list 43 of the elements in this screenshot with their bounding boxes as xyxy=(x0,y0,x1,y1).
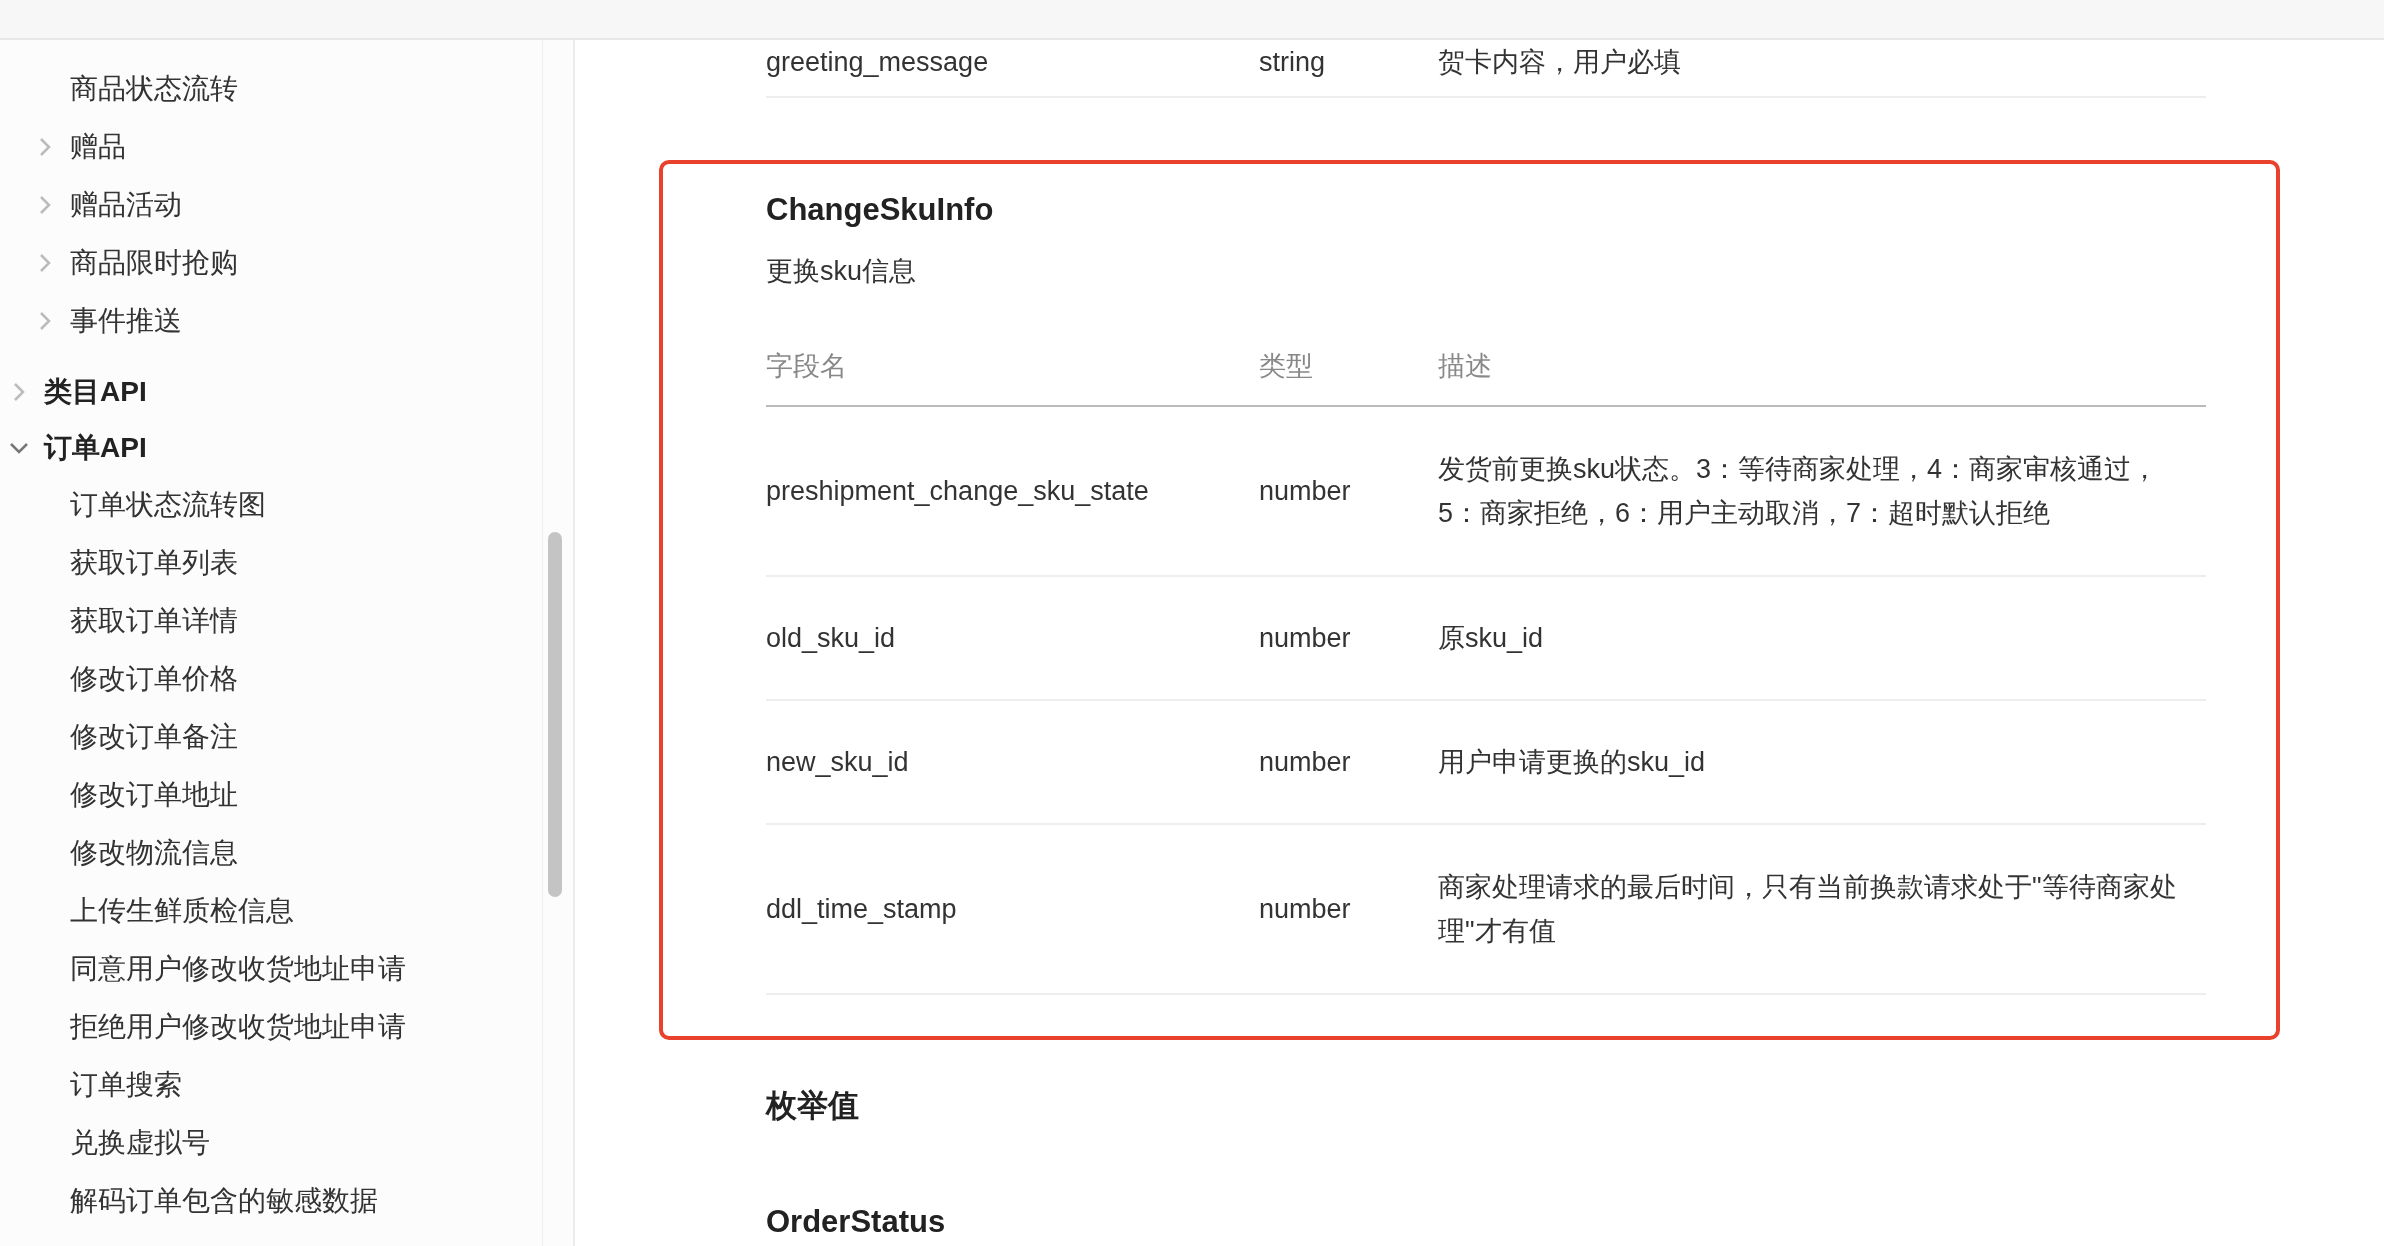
sidebar-item[interactable]: 商品状态流转 xyxy=(0,60,542,118)
sidebar-item[interactable]: 修改订单价格 xyxy=(0,650,542,708)
column-header: 描述 xyxy=(1438,350,1493,383)
field-type: number xyxy=(1259,622,1352,655)
sidebar-item[interactable]: 解码订单包含的敏感数据 xyxy=(0,1172,542,1230)
field-description: 贺卡内容，用户必填 xyxy=(1438,46,1682,79)
sidebar-item[interactable]: 修改订单备注 xyxy=(0,708,542,766)
column-header: 类型 xyxy=(1259,350,1314,383)
sidebar-item[interactable]: 修改订单地址 xyxy=(0,766,542,824)
section-heading: 枚举值 xyxy=(766,1087,860,1125)
field-name: preshipment_change_sku_state xyxy=(766,475,1150,508)
field-description: 发货前更换sku状态。3：等待商家处理，4：商家审核通过，5：商家拒绝，6：用户主动取消，7：超时默认拒绝 xyxy=(1438,453,2160,530)
sidebar-item[interactable]: 兑换虚拟号 xyxy=(0,1114,542,1172)
sidebar-item[interactable]: 商品限时抢购 xyxy=(0,234,542,292)
field-name: ddl_time_stamp xyxy=(766,893,958,926)
field-type: number xyxy=(1259,893,1352,926)
sidebar-item[interactable]: 获取订单详情 xyxy=(0,592,542,650)
sidebar-item[interactable]: 获取订单列表 xyxy=(0,534,542,592)
sidebar-item[interactable]: 订单状态流转图 xyxy=(0,476,542,534)
field-type: number xyxy=(1259,746,1352,779)
struct-description: 更换sku信息 xyxy=(766,255,918,288)
sidebar-item[interactable]: 订单API xyxy=(0,420,542,476)
sidebar-item[interactable]: 赠品 xyxy=(0,118,542,176)
field-name: old_sku_id xyxy=(766,622,897,655)
sidebar-item[interactable]: 事件推送 xyxy=(0,292,542,350)
sidebar-item[interactable]: 订单搜索 xyxy=(0,1056,542,1114)
field-type: string xyxy=(1259,46,1327,79)
struct-title: ChangeSkuInfo xyxy=(766,191,995,229)
field-description: 原sku_id xyxy=(1438,622,1545,655)
field-description: 商家处理请求的最后时间，只有当前换款请求处于"等待商家处理"才有值 xyxy=(1438,871,2178,948)
scrollbar-thumb[interactable] xyxy=(548,532,562,897)
sidebar-item[interactable]: 拒绝用户修改收货地址申请 xyxy=(0,998,542,1056)
sidebar-item[interactable]: 赠品活动 xyxy=(0,176,542,234)
column-header: 字段名 xyxy=(766,350,848,383)
sidebar-item[interactable]: 修改物流信息 xyxy=(0,824,542,882)
sidebar-item[interactable]: 类目API xyxy=(0,364,542,420)
field-type: number xyxy=(1259,475,1352,508)
field-description: 用户申请更换的sku_id xyxy=(1438,746,1707,779)
sidebar-item[interactable]: 上传生鲜质检信息 xyxy=(0,882,542,940)
section-heading: OrderStatus xyxy=(766,1203,947,1241)
sidebar-item[interactable]: 同意用户修改收货地址申请 xyxy=(0,940,542,998)
field-name: greeting_message xyxy=(766,46,990,79)
field-name: new_sku_id xyxy=(766,746,910,779)
